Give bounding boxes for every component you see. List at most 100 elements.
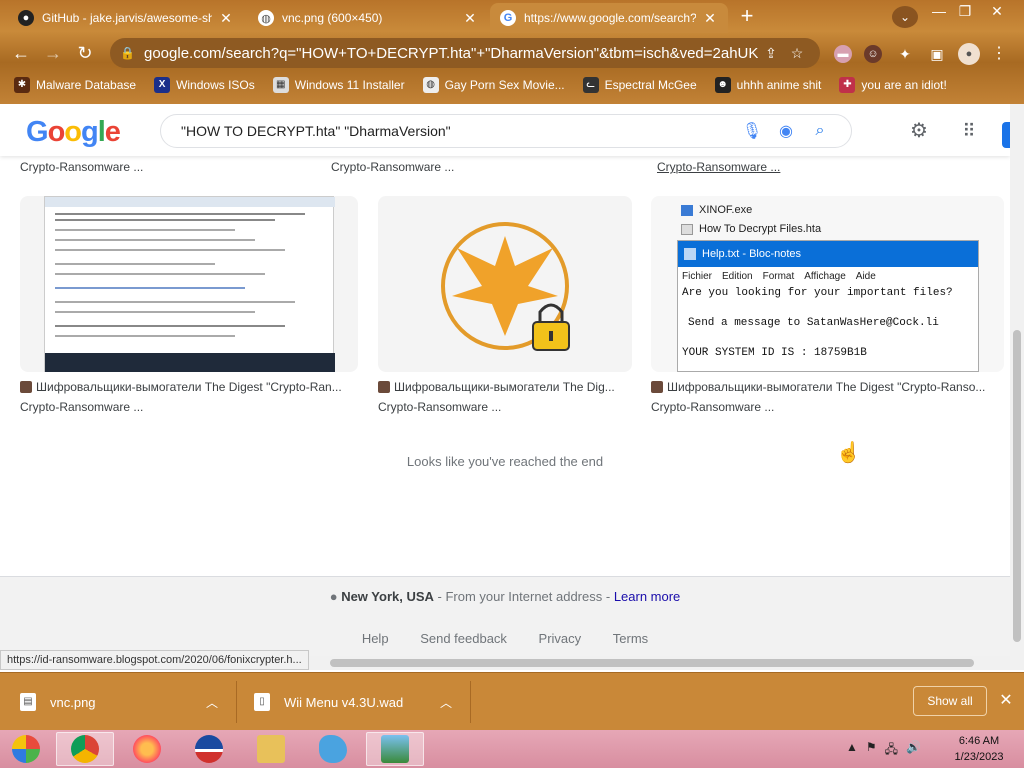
bookmark-windows-isos[interactable]: X Windows ISOs bbox=[154, 77, 255, 93]
extensions-puzzle-icon[interactable]: ✦ bbox=[896, 45, 914, 63]
cat-icon: ᓚ bbox=[582, 77, 599, 93]
footer-help-link[interactable]: Help bbox=[362, 631, 389, 646]
ant-icon: ✱ bbox=[14, 77, 30, 93]
share-icon[interactable]: ⇪ bbox=[758, 45, 784, 62]
vertical-scroll-thumb[interactable] bbox=[1013, 330, 1021, 642]
close-icon[interactable]: ✕ bbox=[996, 689, 1016, 713]
result-source[interactable]: Crypto-Ransomware ... bbox=[20, 160, 143, 174]
google-icon: G bbox=[500, 10, 516, 26]
tab-search-chevron-icon[interactable]: ⌄ bbox=[892, 6, 918, 28]
learn-more-link[interactable]: Learn more bbox=[614, 589, 680, 604]
search-input[interactable]: "HOW TO DECRYPT.hta" "DharmaVersion" bbox=[181, 123, 735, 139]
google-header: Google "HOW TO DECRYPT.hta" "DharmaVersi… bbox=[0, 104, 1010, 156]
extension-avatar-icon[interactable]: ☺ bbox=[864, 45, 882, 63]
horizontal-scroll-thumb[interactable] bbox=[330, 659, 974, 667]
download-item-wad[interactable]: ▯ Wii Menu v4.3U.wad ︿ bbox=[254, 683, 464, 721]
window-close-icon[interactable]: ✕ bbox=[984, 2, 1010, 20]
bookmark-you-are-an-idiot[interactable]: ✚ you are an idiot! bbox=[839, 77, 947, 93]
bookmark-anime[interactable]: ☻ uhhh anime shit bbox=[714, 77, 821, 93]
vertical-scrollbar[interactable] bbox=[1010, 104, 1024, 656]
reload-icon[interactable]: ↻ bbox=[72, 40, 98, 66]
globe-icon: ◍ bbox=[258, 10, 274, 26]
site-favicon-icon bbox=[651, 381, 663, 393]
bookmark-malware-database[interactable]: ✱ Malware Database bbox=[14, 77, 136, 93]
account-button[interactable] bbox=[1002, 122, 1010, 148]
anime-icon: ☻ bbox=[714, 77, 731, 93]
search-icon[interactable]: ⌕ bbox=[803, 122, 837, 140]
bookmark-windows-11-installer[interactable]: ▦ Windows 11 Installer bbox=[272, 77, 405, 93]
taskbar-photo-viewer[interactable] bbox=[366, 732, 424, 766]
result-caption[interactable]: Шифровальщики-вымогатели The Dig... bbox=[378, 380, 632, 394]
close-tab-icon[interactable]: ✕ bbox=[218, 10, 234, 27]
back-arrow-icon[interactable]: ← bbox=[8, 40, 34, 66]
photo-icon bbox=[381, 735, 409, 763]
address-bar[interactable]: 🔒 google.com/search?q="HOW+TO+DECRYPT.ht… bbox=[110, 38, 820, 68]
forward-arrow-icon[interactable]: → bbox=[40, 40, 66, 66]
result-thumbnail[interactable] bbox=[378, 196, 632, 372]
image-file-icon: ▤ bbox=[20, 693, 36, 711]
result-source[interactable]: Crypto-Ransomware ... bbox=[331, 160, 454, 174]
bookmark-espectral-mcgee[interactable]: ᓚ Espectral McGee bbox=[582, 77, 697, 93]
restore-icon[interactable]: ❐ bbox=[952, 2, 978, 20]
close-tab-icon[interactable]: ✕ bbox=[702, 10, 718, 27]
tab-github[interactable]: ● GitHub - jake.jarvis/awesome-sho ✕ bbox=[8, 3, 244, 33]
result-source[interactable]: Crypto-Ransomware ... bbox=[378, 400, 501, 414]
minimize-icon[interactable]: — bbox=[926, 2, 952, 20]
result-source[interactable]: Crypto-Ransomware ... bbox=[651, 400, 774, 414]
taskbar-firefox[interactable] bbox=[118, 732, 176, 766]
browser-chrome: ● GitHub - jake.jarvis/awesome-sho ✕ ◍ v… bbox=[0, 0, 1024, 104]
search-box[interactable]: "HOW TO DECRYPT.hta" "DharmaVersion" 🎙 ◉… bbox=[160, 114, 852, 148]
taskbar-file-explorer[interactable] bbox=[242, 732, 300, 766]
hta-file-icon bbox=[681, 223, 693, 235]
notepad-window: Help.txt - Bloc-notes Fichier Edition Fo… bbox=[677, 240, 979, 372]
apps-grid-icon[interactable]: ⠿ bbox=[956, 118, 982, 144]
tab-vnc-png[interactable]: ◍ vnc.png (600×450) ✕ bbox=[248, 3, 488, 33]
show-all-button[interactable]: Show all bbox=[913, 686, 987, 716]
address-url[interactable]: google.com/search?q="HOW+TO+DECRYPT.hta"… bbox=[144, 45, 758, 62]
obama-logo-icon bbox=[195, 735, 223, 763]
new-tab-button[interactable]: + bbox=[734, 5, 760, 28]
start-button[interactable] bbox=[0, 732, 52, 766]
google-footer: ● New York, USA - From your Internet add… bbox=[0, 576, 1010, 656]
taskbar-chrome[interactable] bbox=[56, 732, 114, 766]
download-item-vnc[interactable]: ▤ vnc.png ︿ bbox=[20, 683, 230, 721]
extension-flag-icon[interactable]: ▬ bbox=[834, 45, 852, 63]
taskbar-obama[interactable] bbox=[180, 732, 238, 766]
clock[interactable]: 6:46 AM 1/23/2023 bbox=[946, 733, 1012, 765]
result-thumbnail[interactable] bbox=[20, 196, 358, 372]
file-icon: ▯ bbox=[254, 693, 270, 711]
taskbar-dolphin[interactable] bbox=[304, 732, 362, 766]
bookmark-star-icon[interactable]: ☆ bbox=[784, 45, 810, 62]
location-line: ● New York, USA - From your Internet add… bbox=[329, 589, 681, 604]
bookmark-movie-site[interactable]: ◍ Gay Porn Sex Movie... bbox=[422, 77, 565, 93]
action-center-flag-icon[interactable]: ⚑ bbox=[866, 740, 877, 761]
result-caption[interactable]: Шифровальщики-вымогатели The Digest "Cry… bbox=[20, 380, 358, 394]
camera-lens-icon[interactable]: ◉ bbox=[769, 121, 803, 141]
result-source[interactable]: Crypto-Ransomware ... bbox=[20, 400, 143, 414]
phoenix-lock-image bbox=[441, 222, 570, 351]
footer-feedback-link[interactable]: Send feedback bbox=[420, 631, 507, 646]
gear-icon[interactable]: ⚙ bbox=[906, 118, 932, 144]
microphone-icon[interactable]: 🎙 bbox=[735, 121, 769, 141]
tray-chevron-icon[interactable]: ▲ bbox=[846, 740, 858, 761]
tab-google-search[interactable]: G https://www.google.com/search?q ✕ bbox=[490, 3, 728, 33]
firefox-icon bbox=[133, 735, 161, 763]
side-panel-icon[interactable]: ▣ bbox=[928, 45, 946, 63]
result-source[interactable]: Crypto-Ransomware ... bbox=[657, 160, 780, 174]
profile-icon[interactable]: ● bbox=[958, 43, 980, 65]
result-caption[interactable]: Шифровальщики-вымогатели The Digest "Cry… bbox=[651, 380, 1004, 394]
footer-terms-link[interactable]: Terms bbox=[613, 631, 648, 646]
image-icon: ▦ bbox=[272, 77, 289, 93]
footer-privacy-link[interactable]: Privacy bbox=[539, 631, 582, 646]
location-dot-icon: ● bbox=[329, 589, 338, 604]
result-thumbnail[interactable]: XINOF.exe How To Decrypt Files.hta Help.… bbox=[651, 196, 1004, 372]
tab-strip: ● GitHub - jake.jarvis/awesome-sho ✕ ◍ v… bbox=[0, 0, 1024, 34]
close-tab-icon[interactable]: ✕ bbox=[462, 10, 478, 27]
volume-icon[interactable]: 🔊 bbox=[906, 740, 921, 761]
menu-kebab-icon[interactable]: ⋮ bbox=[990, 45, 1008, 63]
google-logo[interactable]: Google bbox=[26, 116, 121, 149]
chevron-up-icon[interactable]: ︿ bbox=[206, 694, 218, 711]
chevron-up-icon[interactable]: ︿ bbox=[440, 694, 452, 711]
network-icon[interactable]: 🖧 bbox=[885, 740, 898, 761]
flag-icon: ✚ bbox=[839, 77, 856, 93]
